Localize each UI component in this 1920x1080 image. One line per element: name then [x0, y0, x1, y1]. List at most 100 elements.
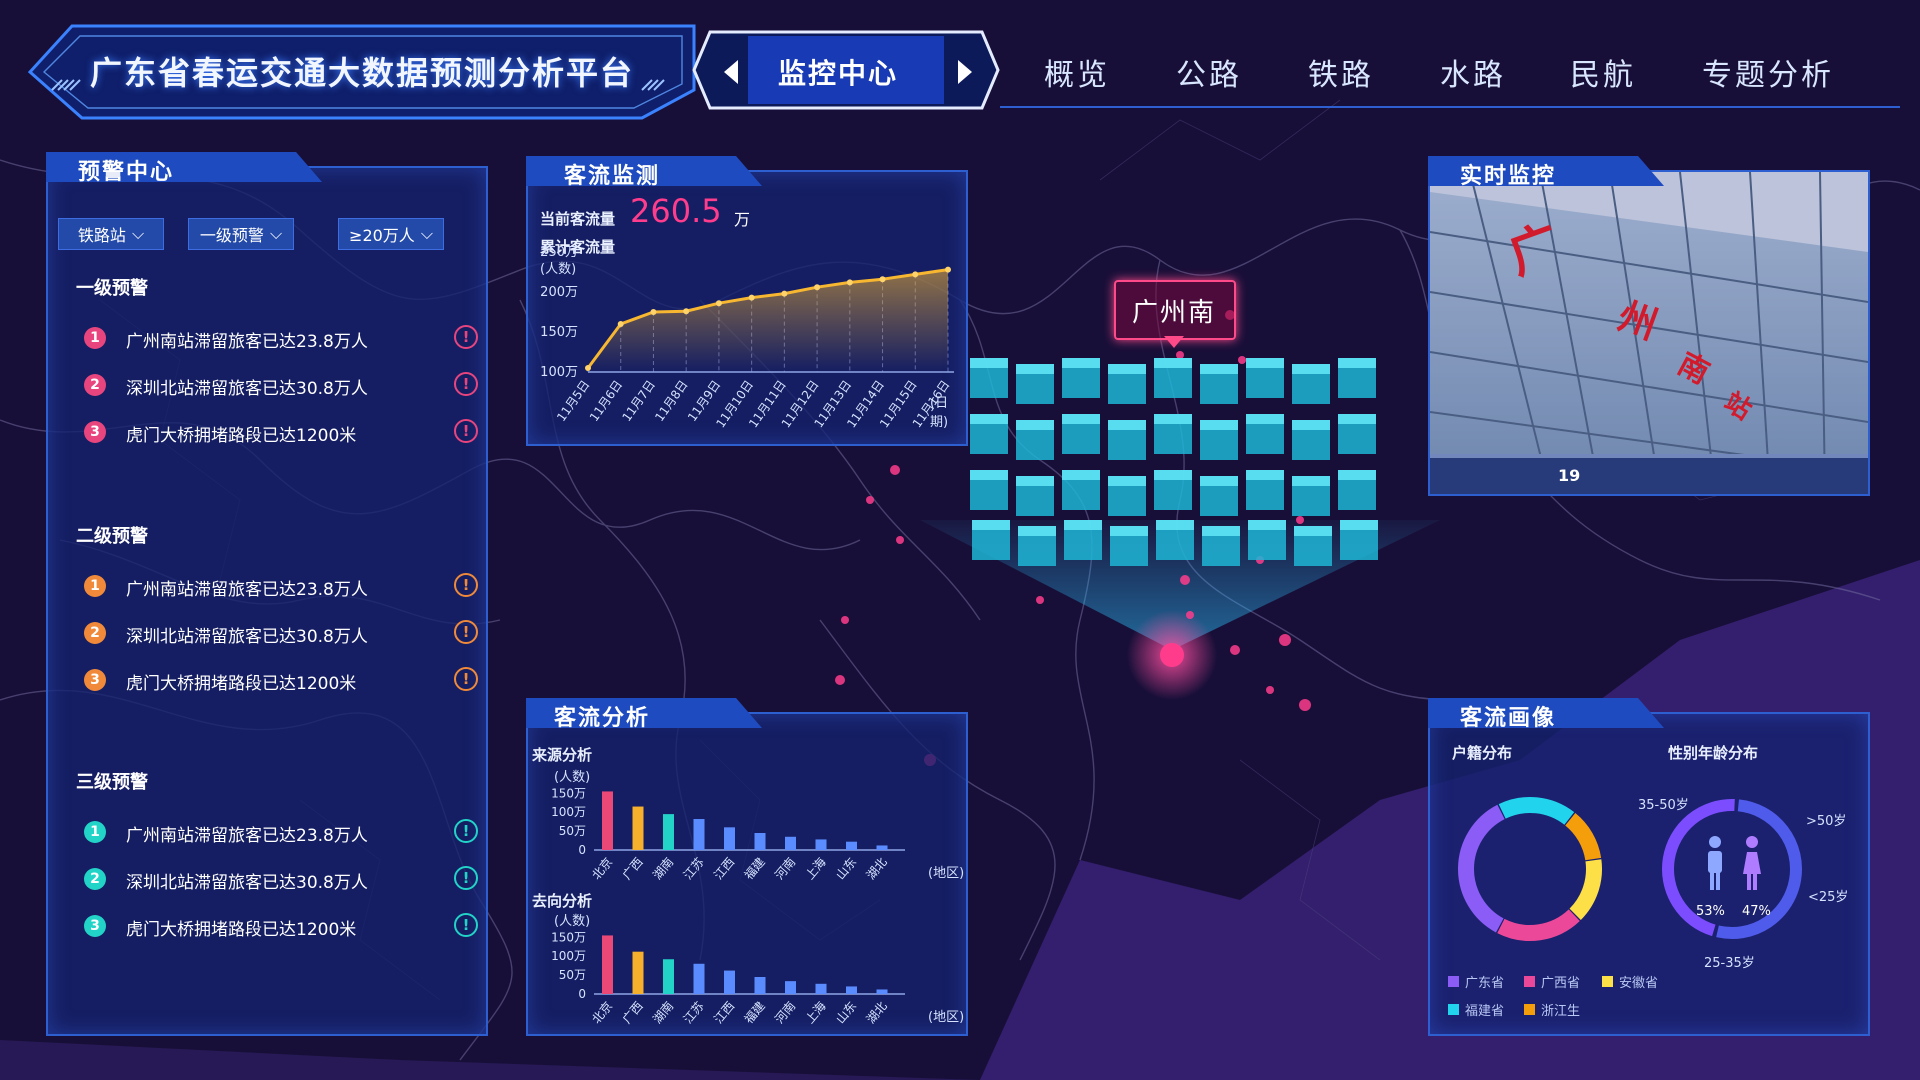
female-icon	[1743, 836, 1761, 890]
x-tick-label: 湖北	[863, 854, 890, 882]
warning-level-heading: 二级预警	[76, 526, 148, 547]
legend-item[interactable]: 安徽省	[1602, 972, 1658, 991]
legend-item[interactable]: 广西省	[1524, 972, 1580, 991]
building-block-top	[1154, 470, 1192, 480]
nav-topic-analysis[interactable]: 专题分析	[1702, 50, 1834, 94]
warning-item[interactable]: 1 广州南站滞留旅客已达23.8万人!	[84, 572, 484, 602]
building-block-top	[1016, 364, 1054, 374]
warning-level-dropdown[interactable]: 一级预警 ⌵	[188, 218, 294, 250]
panel-title: 实时监控	[1460, 164, 1557, 189]
warning-item[interactable]: 2 深圳北站滞留旅客已达30.8万人!	[84, 371, 484, 401]
building-block-top	[1108, 420, 1146, 430]
warning-text: 广州南站滞留旅客已达23.8万人	[126, 332, 368, 352]
y-tick-label: 150万	[551, 786, 586, 800]
y-tick-label: 200万	[540, 285, 578, 300]
bar	[602, 791, 613, 850]
building-block-top	[1062, 414, 1100, 424]
warning-center-panel: 预警中心 铁路站 ⌵ 一级预警 ⌵ ≥20万人 ⌵ 一级预警 1 广州南站滞留旅客已达23…	[46, 152, 488, 1036]
caret-left-icon	[724, 60, 738, 84]
nav-aviation[interactable]: 民航	[1570, 50, 1636, 94]
warning-item[interactable]: 3 虎门大桥拥堵路段已达1200米!	[84, 912, 484, 942]
building-block-top	[1338, 414, 1376, 424]
warning-item[interactable]: 3 虎门大桥拥堵路段已达1200米!	[84, 666, 484, 696]
data-point	[846, 279, 853, 286]
y-tick-label: 100万	[551, 949, 586, 963]
building-block-top	[1062, 358, 1100, 368]
y-tick-label: 250万	[540, 245, 578, 260]
nav-railway[interactable]: 铁路	[1308, 50, 1374, 94]
warning-item[interactable]: 1 广州南站滞留旅客已达23.8万人!	[84, 818, 484, 848]
bar	[724, 827, 735, 850]
legend-label: 福建省	[1465, 1004, 1505, 1019]
prev-tab-button[interactable]	[716, 52, 746, 92]
female-percentage: 47%	[1742, 904, 1771, 919]
warning-item[interactable]: 2 深圳北站滞留旅客已达30.8万人!	[84, 619, 484, 649]
x-tick-label: 河南	[771, 998, 798, 1026]
pie-slice	[1497, 909, 1580, 941]
building-block-top	[970, 470, 1008, 480]
current-tab[interactable]: 监控中心	[778, 52, 898, 92]
pie-slice	[1569, 859, 1602, 920]
next-tab-button[interactable]	[950, 52, 980, 92]
y-tick-label: 150万	[540, 325, 578, 340]
building-block-top	[1294, 526, 1332, 536]
station-map-label[interactable]: 广州南	[1114, 280, 1236, 340]
warning-text: 广州南站滞留旅客已达23.8万人	[126, 580, 368, 600]
y-tick-label: 0	[578, 843, 586, 857]
nav-overview[interactable]: 概览	[1044, 50, 1110, 94]
x-tick-label: 河南	[771, 854, 798, 882]
nav-waterway[interactable]: 水路	[1440, 50, 1506, 94]
y-tick-label: 50万	[559, 824, 586, 838]
warning-text: 虎门大桥拥堵路段已达1200米	[126, 426, 357, 446]
x-tick-label: 北京	[589, 999, 615, 1026]
legend-label: 广东省	[1465, 976, 1505, 991]
building-block-top	[1016, 420, 1054, 430]
building-block-top	[1018, 526, 1056, 536]
station-type-dropdown[interactable]: 铁路站 ⌵	[58, 218, 164, 250]
warning-item[interactable]: 1 广州南站滞留旅客已达23.8万人!	[84, 324, 484, 354]
legend-item[interactable]: 浙江生	[1524, 1000, 1580, 1019]
building-block-top	[1292, 364, 1330, 374]
panel-title: 预警中心	[78, 160, 175, 185]
gate-number: 19	[1558, 466, 1581, 485]
data-point	[617, 321, 624, 327]
flow-analysis-panel: 客流分析 来源分析 (人数) (地区) 去向分析 (人数) (地区) 150万 1…	[526, 698, 968, 1036]
bar	[754, 977, 766, 994]
building-block-top	[1246, 358, 1284, 368]
bar	[785, 981, 796, 994]
warning-text: 广州南站滞留旅客已达23.8万人	[126, 826, 368, 846]
building-block-top	[1292, 420, 1330, 430]
building-block-top	[1338, 358, 1376, 368]
pie-slice	[1498, 797, 1575, 825]
y-tick-label: 100万	[540, 365, 578, 380]
nav-highway[interactable]: 公路	[1176, 50, 1242, 94]
building-block-top	[1340, 520, 1378, 530]
x-tick-label: 江西	[711, 855, 737, 882]
building-block-top	[1200, 364, 1238, 374]
legend-item[interactable]: 广东省	[1448, 972, 1504, 991]
legend-item[interactable]: 福建省	[1448, 1000, 1504, 1019]
threshold-dropdown[interactable]: ≥20万人 ⌵	[338, 218, 444, 250]
data-point	[879, 276, 886, 283]
x-tick-label: 山东	[833, 999, 859, 1026]
rank-badge: 2	[84, 622, 106, 644]
platform-title: 广东省春运交通大数据预测分析平台	[90, 54, 635, 92]
warning-icon: !	[454, 325, 478, 349]
building-block-top	[970, 414, 1008, 424]
data-point	[683, 308, 690, 315]
male-icon	[1708, 836, 1722, 890]
warning-item[interactable]: 2 深圳北站滞留旅客已达30.8万人!	[84, 865, 484, 895]
legend-swatch	[1448, 1004, 1459, 1015]
warning-level-heading: 三级预警	[76, 772, 148, 793]
pie-slice	[1565, 813, 1602, 861]
data-point	[585, 365, 591, 371]
rank-badge: 3	[84, 915, 106, 937]
x-tick-label: 上海	[802, 998, 829, 1026]
bar	[693, 963, 705, 994]
nav-underline	[1000, 106, 1900, 108]
warning-text: 深圳北站滞留旅客已达30.8万人	[126, 627, 368, 647]
warning-text: 深圳北站滞留旅客已达30.8万人	[126, 873, 368, 893]
bar	[815, 983, 827, 994]
warning-icon: !	[454, 866, 478, 890]
warning-item[interactable]: 3 虎门大桥拥堵路段已达1200米!	[84, 418, 484, 448]
